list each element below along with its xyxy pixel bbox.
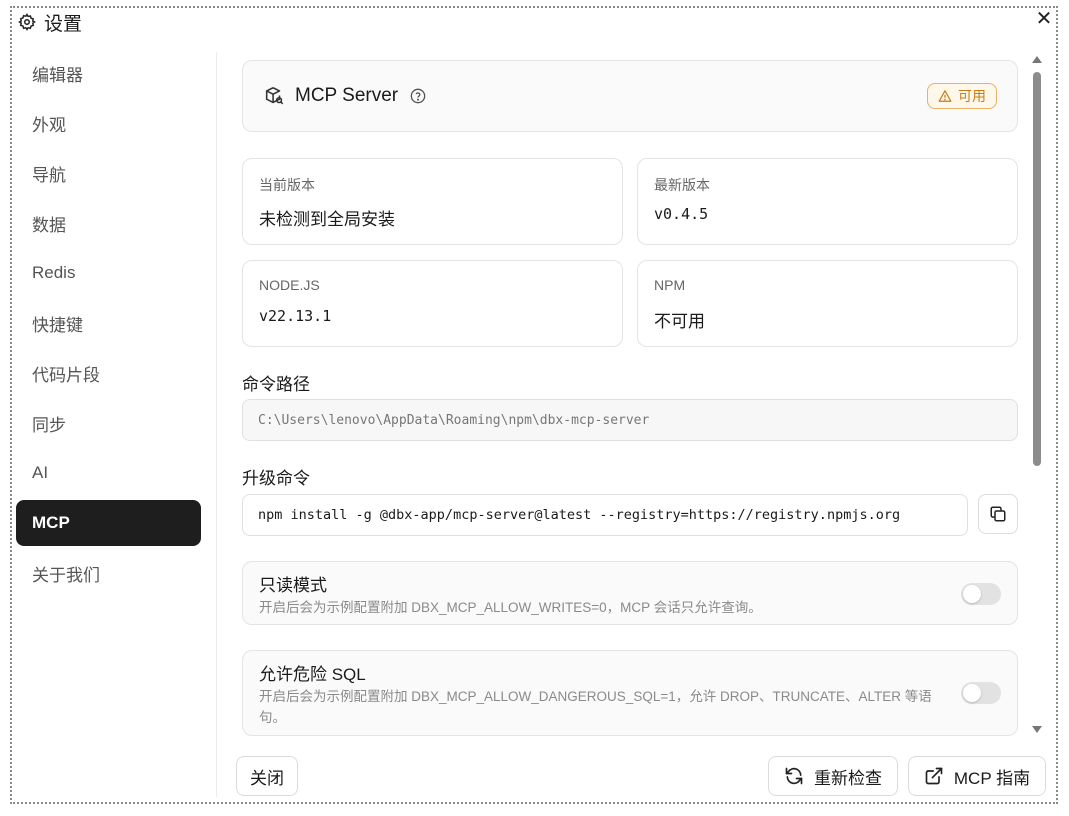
recheck-label: 重新检查: [814, 768, 882, 788]
sidebar-item-appearance[interactable]: 外观: [16, 100, 201, 146]
window-title: 设置: [44, 13, 83, 35]
scrollbar[interactable]: [1030, 52, 1044, 738]
command-path-label: 命令路径: [242, 375, 310, 394]
current-version-card: 当前版本 未检测到全局安装: [242, 158, 623, 245]
latest-version-value: v0.4.5: [654, 205, 709, 223]
sidebar-item-mcp[interactable]: MCP: [16, 500, 201, 546]
sidebar-item-redis[interactable]: Redis: [16, 250, 201, 296]
recheck-button[interactable]: 重新检查: [768, 756, 898, 796]
dangerous-sql-title: 允许危险 SQL: [259, 665, 366, 684]
sidebar-item-ai[interactable]: AI: [16, 450, 201, 496]
refresh-icon: [785, 767, 803, 785]
scroll-down-arrow-icon[interactable]: [1032, 726, 1042, 733]
mcp-guide-button[interactable]: MCP 指南: [908, 756, 1046, 796]
readonly-mode-title: 只读模式: [259, 576, 327, 595]
status-badge-label: 可用: [958, 88, 986, 104]
page-title: MCP Server: [295, 85, 399, 106]
command-path-field[interactable]: C:\Users\lenovo\AppData\Roaming\npm\dbx-…: [242, 399, 1018, 441]
dangerous-sql-description: 开启后会为示例配置附加 DBX_MCP_ALLOW_DANGEROUS_SQL=…: [259, 689, 932, 725]
readonly-mode-toggle[interactable]: [961, 583, 1001, 605]
title-bar: 设置: [18, 10, 83, 35]
warning-triangle-icon: [938, 90, 952, 102]
close-dialog-button[interactable]: 关闭: [236, 756, 298, 796]
current-version-label: 当前版本: [259, 177, 315, 193]
sidebar-item-editor[interactable]: 编辑器: [16, 50, 201, 96]
copy-icon: [990, 506, 1006, 522]
sidebar-item-about[interactable]: 关于我们: [16, 550, 201, 596]
nodejs-label: NODE.JS: [259, 277, 320, 293]
npm-label: NPM: [654, 277, 686, 293]
readonly-mode-description: 开启后会为示例配置附加 DBX_MCP_ALLOW_WRITES=0，MCP 会…: [259, 600, 762, 615]
sidebar-item-navigation[interactable]: 导航: [16, 150, 201, 196]
latest-version-card: 最新版本 v0.4.5: [637, 158, 1018, 245]
sidebar-item-data[interactable]: 数据: [16, 200, 201, 246]
latest-version-label: 最新版本: [654, 177, 710, 193]
gear-icon: [18, 13, 36, 31]
npm-value: 不可用: [654, 312, 705, 331]
sidebar-item-sync[interactable]: 同步: [16, 400, 201, 446]
current-version-value: 未检测到全局安装: [259, 210, 395, 229]
readonly-mode-setting: 只读模式 开启后会为示例配置附加 DBX_MCP_ALLOW_WRITES=0，…: [242, 561, 1018, 625]
copy-command-button[interactable]: [978, 494, 1018, 534]
sidebar-item-shortcuts[interactable]: 快捷键: [16, 300, 201, 346]
scrollbar-thumb[interactable]: [1033, 72, 1041, 466]
dangerous-sql-setting: 允许危险 SQL 开启后会为示例配置附加 DBX_MCP_ALLOW_DANGE…: [242, 650, 1018, 736]
mcp-guide-label: MCP 指南: [953, 768, 1031, 788]
upgrade-command-field[interactable]: npm install -g @dbx-app/mcp-server@lates…: [242, 494, 968, 536]
package-search-icon: [265, 87, 284, 105]
mcp-server-header: MCP Server 可用: [242, 60, 1018, 132]
nodejs-value: v22.13.1: [259, 307, 332, 325]
sidebar-divider: [216, 52, 217, 797]
close-button[interactable]: ✕: [1033, 8, 1055, 30]
sidebar: 编辑器 外观 导航 数据 Redis 快捷键 代码片段 同步 AI MCP 关于…: [16, 50, 201, 600]
help-circle-icon[interactable]: [410, 88, 426, 104]
npm-card: NPM 不可用: [637, 260, 1018, 347]
status-badge: 可用: [927, 83, 997, 109]
scroll-up-arrow-icon[interactable]: [1032, 56, 1042, 63]
external-link-icon: [925, 767, 943, 785]
dangerous-sql-toggle[interactable]: [961, 682, 1001, 704]
upgrade-command-label: 升级命令: [242, 469, 310, 488]
nodejs-card: NODE.JS v22.13.1: [242, 260, 623, 347]
sidebar-item-snippets[interactable]: 代码片段: [16, 350, 201, 396]
close-dialog-label: 关闭: [250, 768, 284, 788]
